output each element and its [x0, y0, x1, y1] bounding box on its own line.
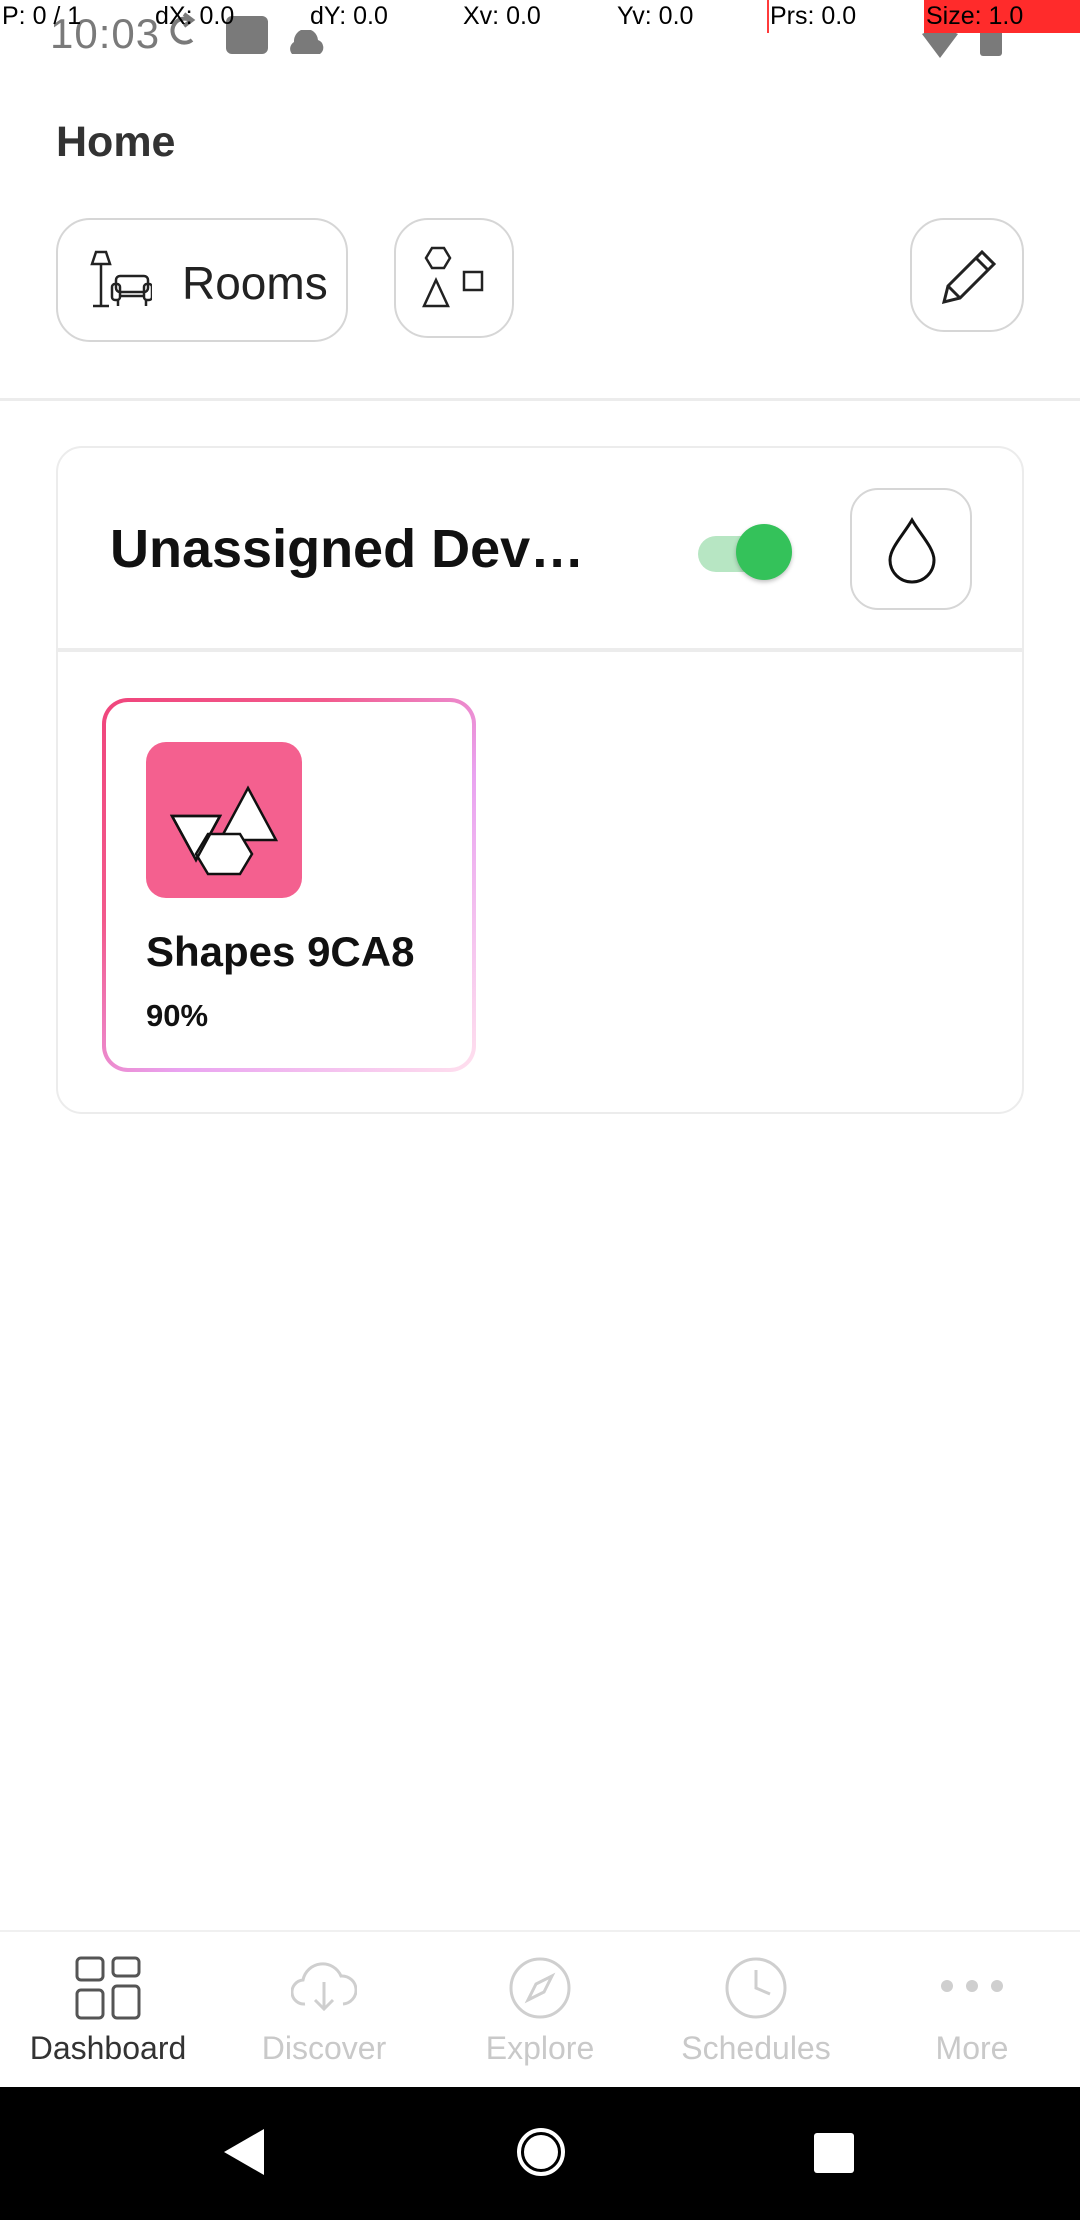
more-dots-icon: [939, 1978, 1005, 1999]
shapes-device-icon: [146, 742, 302, 898]
rooms-label: Rooms: [182, 257, 328, 309]
back-button[interactable]: [222, 2127, 266, 2182]
debug-dy: dY: 0.0: [310, 2, 388, 30]
nav-discover[interactable]: Discover: [216, 1932, 432, 2088]
room-title[interactable]: Unassigned Devi...: [110, 518, 590, 580]
nav-dashboard[interactable]: Dashboard: [0, 1932, 216, 2088]
edit-button[interactable]: [910, 218, 1024, 332]
device-level: 90%: [146, 998, 209, 1033]
nav-more[interactable]: More: [864, 1932, 1080, 2088]
debug-dx: dX: 0.0: [155, 2, 235, 30]
home-button[interactable]: [514, 2125, 568, 2184]
nav-explore[interactable]: Explore: [432, 1932, 648, 2088]
room-power-toggle[interactable]: [698, 524, 792, 580]
toggle-knob: [736, 524, 792, 580]
rooms-button[interactable]: Rooms: [56, 218, 348, 342]
device-tile[interactable]: Shapes 9CA8 90%: [102, 698, 476, 1072]
sofa-lamp-icon: [88, 250, 154, 315]
device-tile-body: Shapes 9CA8 90%: [106, 702, 472, 1068]
nav-label: More: [935, 2030, 1009, 2066]
device-name: Shapes 9CA8: [146, 928, 415, 975]
clock-icon: [724, 1956, 788, 2025]
debug-separator: [767, 0, 769, 33]
nav-label: Explore: [485, 2030, 595, 2066]
compass-icon: [508, 1956, 572, 2025]
screen: 10:03 P: 0 / 1 dX: 0.0 dY: 0.0 Xv: 0.0 Y…: [0, 0, 1080, 2220]
pointer-debug-overlay: P: 0 / 1 dX: 0.0 dY: 0.0 Xv: 0.0 Yv: 0.0…: [0, 0, 1080, 34]
shapes-button[interactable]: [394, 218, 514, 338]
nav-label: Schedules: [681, 2030, 831, 2066]
recents-button[interactable]: [812, 2131, 856, 2180]
card-divider: [58, 648, 1022, 652]
page-title: Home: [56, 118, 176, 166]
nav-label: Dashboard: [29, 2030, 187, 2066]
room-card: Unassigned Devi... Shapes 9CA8 90%: [56, 446, 1024, 1114]
header-divider: [0, 398, 1080, 401]
dashboard-icon: [75, 1956, 141, 2025]
brightness-button[interactable]: [850, 488, 972, 610]
system-nav-bar: [0, 2087, 1080, 2220]
debug-size: Size: 1.0: [924, 0, 1080, 33]
debug-pointer-count: P: 0 / 1: [2, 2, 82, 30]
shapes-icon: [422, 246, 484, 308]
download-cloud-icon: [290, 1956, 358, 2021]
debug-pressure: Prs: 0.0: [770, 2, 857, 30]
debug-yv: Yv: 0.0: [617, 2, 694, 30]
water-drop-icon: [888, 516, 936, 584]
pencil-icon: [941, 249, 997, 305]
nav-label: Discover: [261, 2030, 387, 2066]
nav-schedules[interactable]: Schedules: [648, 1932, 864, 2088]
bottom-nav: Dashboard Discover Explore Schedules Mor…: [0, 1930, 1080, 2086]
debug-xv: Xv: 0.0: [463, 2, 541, 30]
